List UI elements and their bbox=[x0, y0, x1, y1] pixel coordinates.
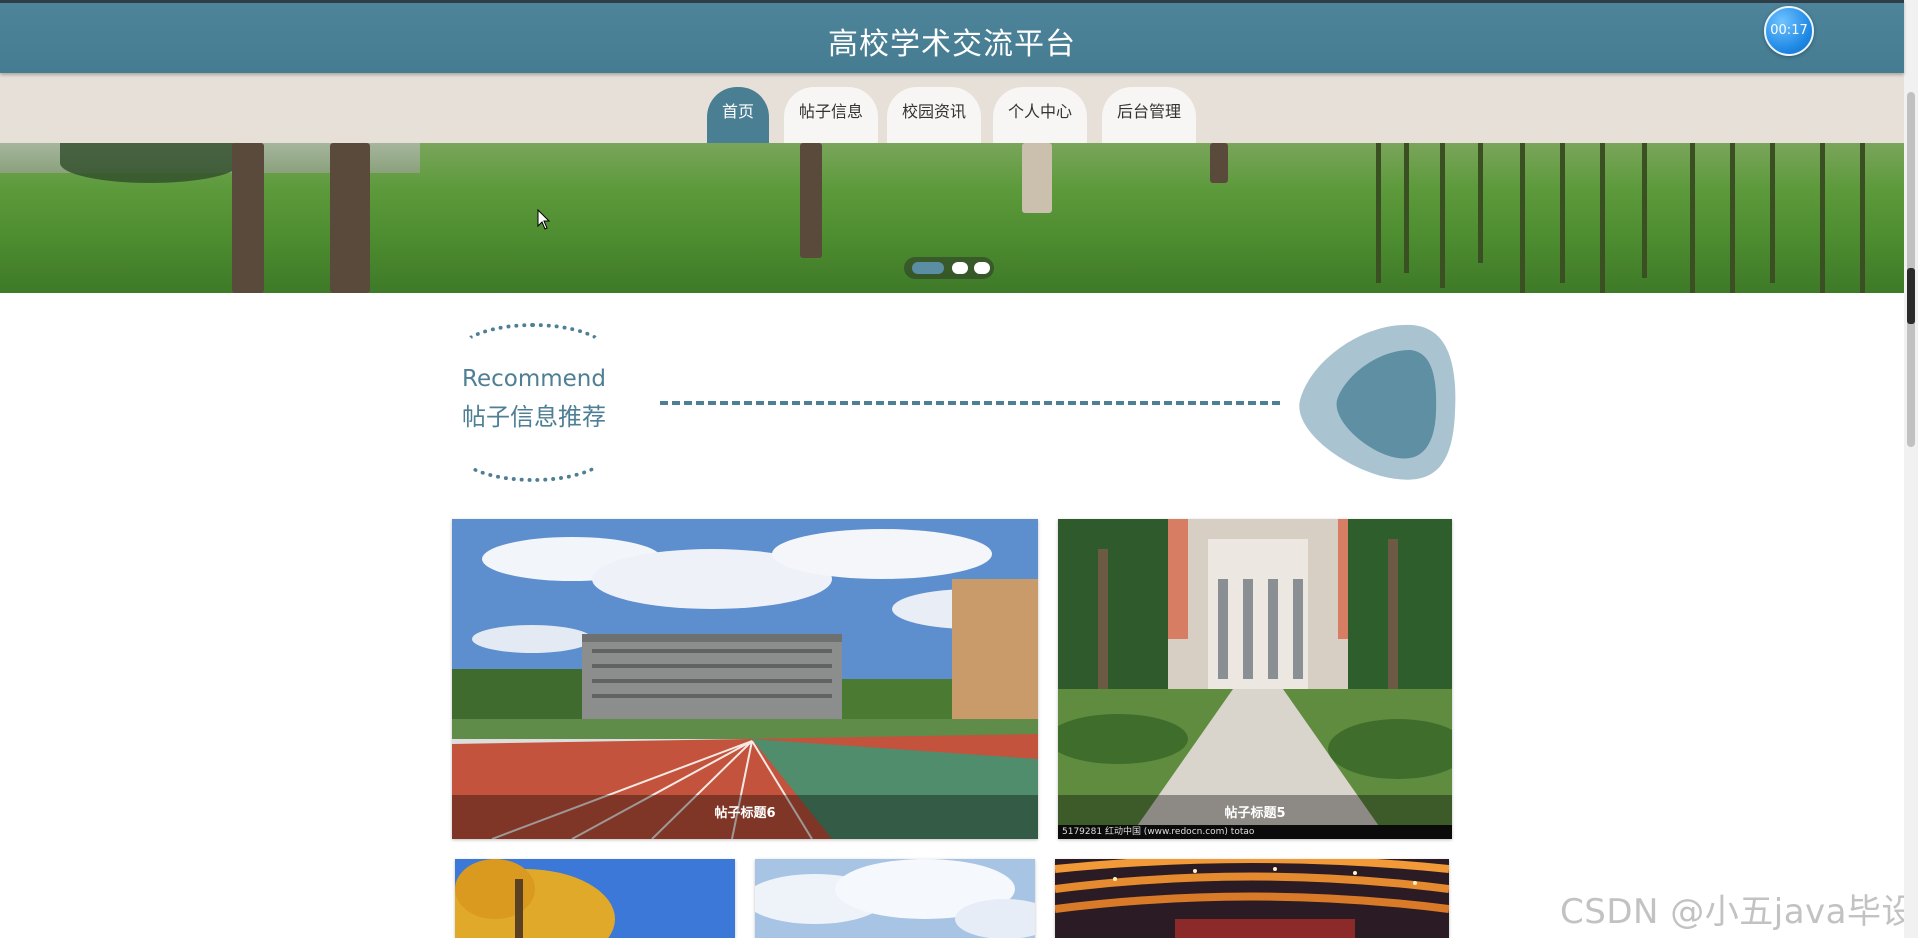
carousel-dot-2[interactable] bbox=[952, 262, 968, 274]
scrollbar-marker bbox=[1907, 268, 1915, 324]
banner-bamboo bbox=[1730, 143, 1735, 293]
banner-bamboo bbox=[1770, 143, 1775, 283]
recommend-title-en: Recommend bbox=[462, 366, 606, 392]
main-nav: 首页 帖子信息 校园资讯 个人中心 后台管理 bbox=[0, 73, 1904, 143]
post-image-running-track bbox=[452, 519, 1038, 839]
banner-bamboo bbox=[1690, 143, 1695, 293]
banner-pole bbox=[1022, 143, 1052, 213]
watermark: CSDN @小五java毕设 bbox=[1560, 892, 1916, 932]
site-title: 高校学术交流平台 bbox=[828, 27, 1076, 62]
banner-bamboo bbox=[1404, 143, 1409, 273]
post-image-ginkgo bbox=[455, 859, 735, 938]
carousel-dot-1[interactable] bbox=[912, 262, 944, 274]
post-caption: 帖子标题6 bbox=[452, 795, 1038, 839]
banner-bamboo bbox=[1376, 143, 1381, 283]
page: 高校学术交流平台 00:17 首页 帖子信息 校园资讯 个人中心 后台管理 Re… bbox=[0, 0, 1918, 938]
image-credit: 5179281 红动中国 (www.redocn.com) totao bbox=[1062, 827, 1255, 837]
post-card[interactable]: 帖子标题5 5179281 红动中国 (www.redocn.com) tota… bbox=[1058, 519, 1452, 839]
banner-tree-trunk bbox=[232, 143, 264, 293]
recommend-blob-icon bbox=[1299, 324, 1456, 480]
post-card[interactable] bbox=[755, 859, 1035, 938]
banner-bamboo bbox=[1600, 143, 1605, 293]
banner-tree-canopy bbox=[60, 143, 240, 183]
carousel-dot-3[interactable] bbox=[974, 262, 990, 274]
nav-item-campus-news[interactable]: 校园资讯 bbox=[887, 87, 981, 143]
post-card[interactable] bbox=[455, 859, 735, 938]
page-scrollbar[interactable] bbox=[1904, 0, 1918, 938]
banner-bamboo bbox=[1520, 143, 1525, 293]
banner-bamboo bbox=[1642, 143, 1647, 278]
nav-item-admin[interactable]: 后台管理 bbox=[1102, 87, 1196, 143]
site-header: 高校学术交流平台 00:17 bbox=[0, 0, 1904, 73]
nav-item-profile[interactable]: 个人中心 bbox=[993, 87, 1087, 143]
banner-bamboo bbox=[1440, 143, 1445, 288]
post-card[interactable] bbox=[1055, 859, 1449, 938]
post-card[interactable]: 帖子标题6 bbox=[452, 519, 1038, 839]
recommend-divider bbox=[660, 401, 1280, 405]
mouse-cursor-icon bbox=[537, 209, 551, 230]
banner-bamboo bbox=[1860, 143, 1865, 293]
post-image-auditorium bbox=[1055, 859, 1449, 938]
banner-tree-trunk bbox=[1210, 143, 1228, 183]
recommend-title-zh: 帖子信息推荐 bbox=[462, 403, 606, 431]
banner-bamboo bbox=[1560, 143, 1565, 283]
timer-badge[interactable]: 00:17 bbox=[1764, 6, 1814, 56]
carousel-indicators bbox=[904, 257, 994, 279]
nav-item-home[interactable]: 首页 bbox=[707, 87, 769, 143]
banner-bamboo bbox=[1478, 143, 1483, 263]
banner-carousel[interactable] bbox=[0, 143, 1904, 293]
banner-tree-trunk bbox=[800, 143, 822, 258]
banner-tree-trunk bbox=[330, 143, 370, 293]
post-image-sky bbox=[755, 859, 1035, 938]
nav-item-posts[interactable]: 帖子信息 bbox=[784, 87, 878, 143]
banner-bamboo bbox=[1820, 143, 1825, 293]
post-image-campus-walkway bbox=[1058, 519, 1452, 839]
